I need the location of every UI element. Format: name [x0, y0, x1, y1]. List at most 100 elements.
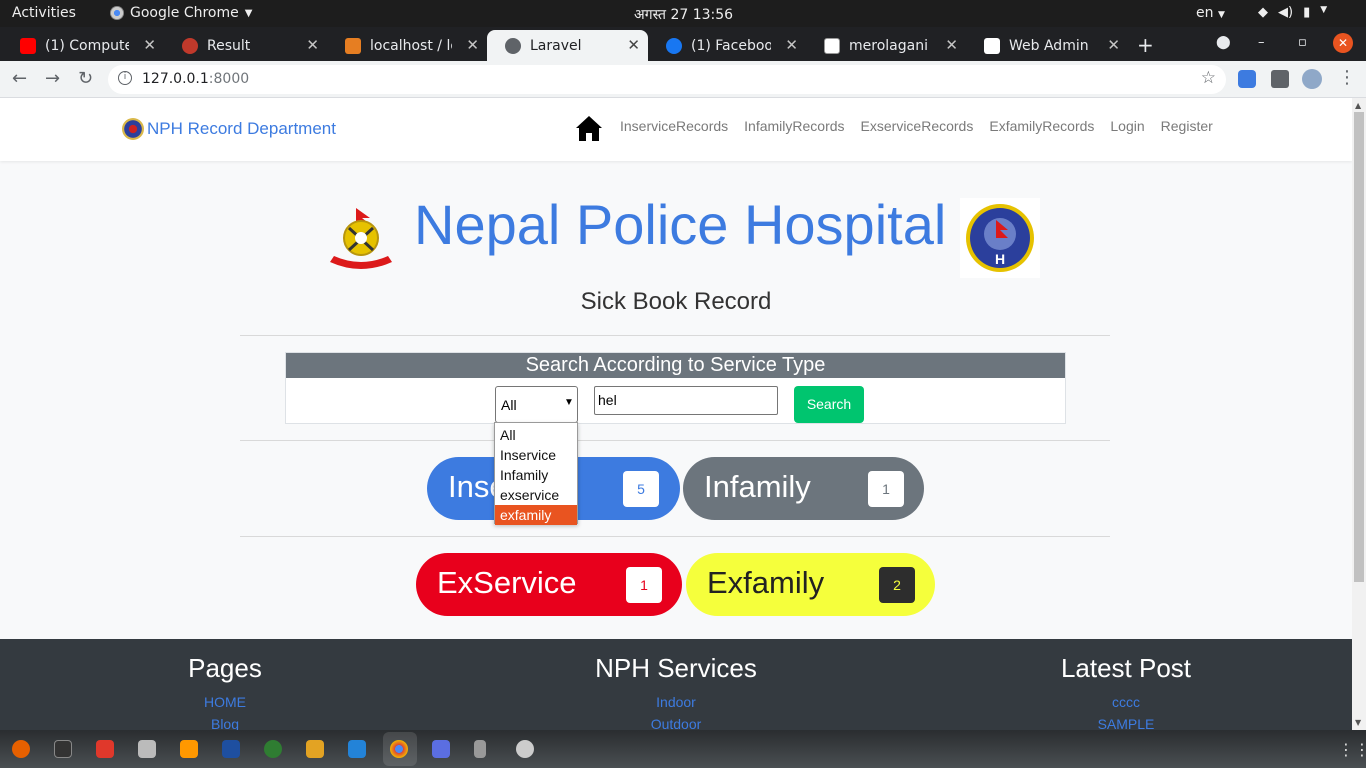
close-icon[interactable]: ✕ — [143, 36, 156, 54]
facebook-icon — [666, 37, 682, 54]
nav-link-exservice-records[interactable]: ExserviceRecords — [861, 118, 974, 134]
globe-icon — [505, 37, 521, 54]
browser-toolbar: ← → ↻ i 127.0.0.1:8000 ☆ ⋮ — [0, 61, 1366, 98]
tab-merolagani[interactable]: merolagani - N ✕ — [806, 30, 966, 61]
reload-icon[interactable]: ↻ — [78, 68, 93, 89]
app-menu[interactable]: Google Chrome ▼ — [110, 5, 252, 21]
divider — [240, 440, 1110, 441]
language-label: en — [1196, 5, 1214, 21]
site-brand[interactable]: NPH Record Department — [122, 118, 336, 140]
close-icon[interactable]: ✕ — [785, 36, 798, 54]
profile-avatar[interactable] — [1302, 69, 1322, 89]
exfamily-count-card[interactable]: Exfamily 2 — [686, 553, 935, 616]
tab-title: (1) Facebook — [691, 37, 771, 54]
chevron-down-icon: ▼ — [564, 397, 574, 408]
tab-search-button[interactable]: ⬤ — [1216, 35, 1231, 50]
nav-link-infamily-records[interactable]: InfamilyRecords — [744, 118, 844, 134]
system-top-bar: Activities Google Chrome ▼ अगस्त 27 13:5… — [0, 0, 1366, 27]
close-icon[interactable]: ✕ — [945, 36, 958, 54]
home-icon[interactable] — [574, 113, 604, 143]
infamily-count-card[interactable]: Infamily 1 — [683, 457, 924, 520]
service-type-select[interactable]: All ▼ — [495, 386, 578, 423]
translate-extension-icon[interactable] — [1238, 70, 1256, 88]
bookmark-star-icon[interactable]: ☆ — [1201, 68, 1216, 88]
nav-link-register[interactable]: Register — [1161, 118, 1213, 134]
footer-link-post[interactable]: cccc — [976, 694, 1276, 710]
forward-icon[interactable]: → — [45, 68, 60, 89]
close-icon[interactable]: ✕ — [306, 36, 319, 54]
nav-link-exfamily-records[interactable]: ExfamilyRecords — [989, 118, 1094, 134]
footer-link-blog[interactable]: Blog — [75, 716, 375, 730]
screenshot-icon[interactable] — [432, 740, 450, 758]
new-tab-button[interactable]: + — [1137, 33, 1154, 57]
vscode-icon[interactable] — [348, 740, 366, 758]
camera-app-icon[interactable] — [264, 740, 282, 758]
option-all[interactable]: All — [495, 425, 577, 445]
option-infamily[interactable]: Infamily — [495, 465, 577, 485]
scroll-up-icon[interactable]: ▲ — [1355, 101, 1361, 110]
option-exfamily[interactable]: exfamily — [495, 505, 577, 525]
clock[interactable]: अगस्त 27 13:56 — [634, 5, 733, 24]
star-app-icon[interactable] — [306, 740, 324, 758]
footer-link-post[interactable]: SAMPLE — [976, 716, 1276, 730]
svg-text:H: H — [995, 251, 1005, 267]
app-grid-icon[interactable]: ⋮⋮⋮ — [1338, 740, 1366, 759]
tab-title: localhost / loc — [370, 37, 452, 54]
page-scrollbar[interactable]: ▲ ▼ — [1352, 98, 1366, 730]
files-icon[interactable] — [138, 740, 156, 758]
minimize-button[interactable]: – — [1258, 35, 1265, 50]
service-type-options: All Inservice Infamily exservice exfamil… — [494, 422, 578, 525]
tab-phpmyadmin[interactable]: localhost / loc ✕ — [327, 30, 487, 61]
chrome-icon — [110, 6, 124, 20]
activities-button[interactable]: Activities — [12, 5, 76, 21]
sublime-icon[interactable] — [180, 740, 198, 758]
chevron-down-icon: ▼ — [1217, 10, 1225, 20]
url-port: :8000 — [208, 71, 250, 87]
address-bar[interactable]: i 127.0.0.1:8000 ☆ — [108, 65, 1226, 94]
system-tray[interactable]: ◆ ◀) ▮ ▼ — [1258, 5, 1327, 20]
footer-link-indoor[interactable]: Indoor — [526, 694, 826, 710]
firefox-icon[interactable] — [12, 740, 30, 758]
scrollbar-thumb[interactable] — [1354, 112, 1364, 582]
language-indicator[interactable]: en ▼ — [1196, 5, 1225, 21]
search-input[interactable]: hel — [594, 386, 778, 415]
tab-laravel[interactable]: Laravel ✕ — [487, 30, 648, 61]
nav-link-inservice-records[interactable]: InserviceRecords — [620, 118, 728, 134]
back-icon[interactable]: ← — [12, 68, 27, 89]
footer-heading: Latest Post — [1060, 653, 1192, 683]
close-window-button[interactable]: ✕ — [1333, 33, 1353, 53]
extensions-puzzle-icon[interactable] — [1271, 70, 1289, 88]
footer-link-outdoor[interactable]: Outdoor — [526, 716, 826, 730]
usb-drive-icon[interactable] — [474, 740, 486, 758]
search-button[interactable]: Search — [794, 386, 864, 423]
footer-link-home[interactable]: HOME — [75, 694, 375, 710]
hospital-logo: H — [960, 198, 1040, 278]
wireshark-icon[interactable] — [222, 740, 240, 758]
maximize-button[interactable]: ▫ — [1298, 35, 1307, 50]
chevron-down-icon: ▼ — [244, 7, 253, 19]
tab-title: Laravel — [530, 37, 582, 54]
close-icon[interactable]: ✕ — [466, 36, 479, 54]
tab-youtube[interactable]: (1) Computer ✕ — [2, 30, 164, 61]
wifi-icon: ◆ — [1258, 5, 1268, 20]
tab-web-admin[interactable]: Web Admin - N ✕ — [966, 30, 1128, 61]
close-icon[interactable]: ✕ — [627, 36, 640, 54]
terminal-icon[interactable] — [54, 740, 72, 758]
info-icon[interactable]: i — [118, 71, 132, 85]
url-host: 127.0.0.1 — [142, 71, 209, 87]
option-exservice[interactable]: exservice — [495, 485, 577, 505]
nav-link-login[interactable]: Login — [1110, 118, 1144, 134]
close-icon[interactable]: ✕ — [1107, 36, 1120, 54]
scroll-down-icon[interactable]: ▼ — [1355, 718, 1361, 727]
exservice-count-card[interactable]: ExService 1 — [416, 553, 682, 616]
anydesk-icon[interactable] — [96, 740, 114, 758]
police-logo-icon — [122, 118, 144, 140]
option-inservice[interactable]: Inservice — [495, 445, 577, 465]
tab-result[interactable]: Result ✕ — [164, 30, 327, 61]
hospital-title: Nepal Police Hospital — [414, 193, 947, 256]
menu-kebab-icon[interactable]: ⋮ — [1338, 67, 1356, 88]
tab-facebook[interactable]: (1) Facebook ✕ — [648, 30, 806, 61]
chrome-icon[interactable] — [390, 740, 408, 758]
battery-icon: ▮ — [1303, 5, 1311, 20]
disc-icon[interactable] — [516, 740, 534, 758]
